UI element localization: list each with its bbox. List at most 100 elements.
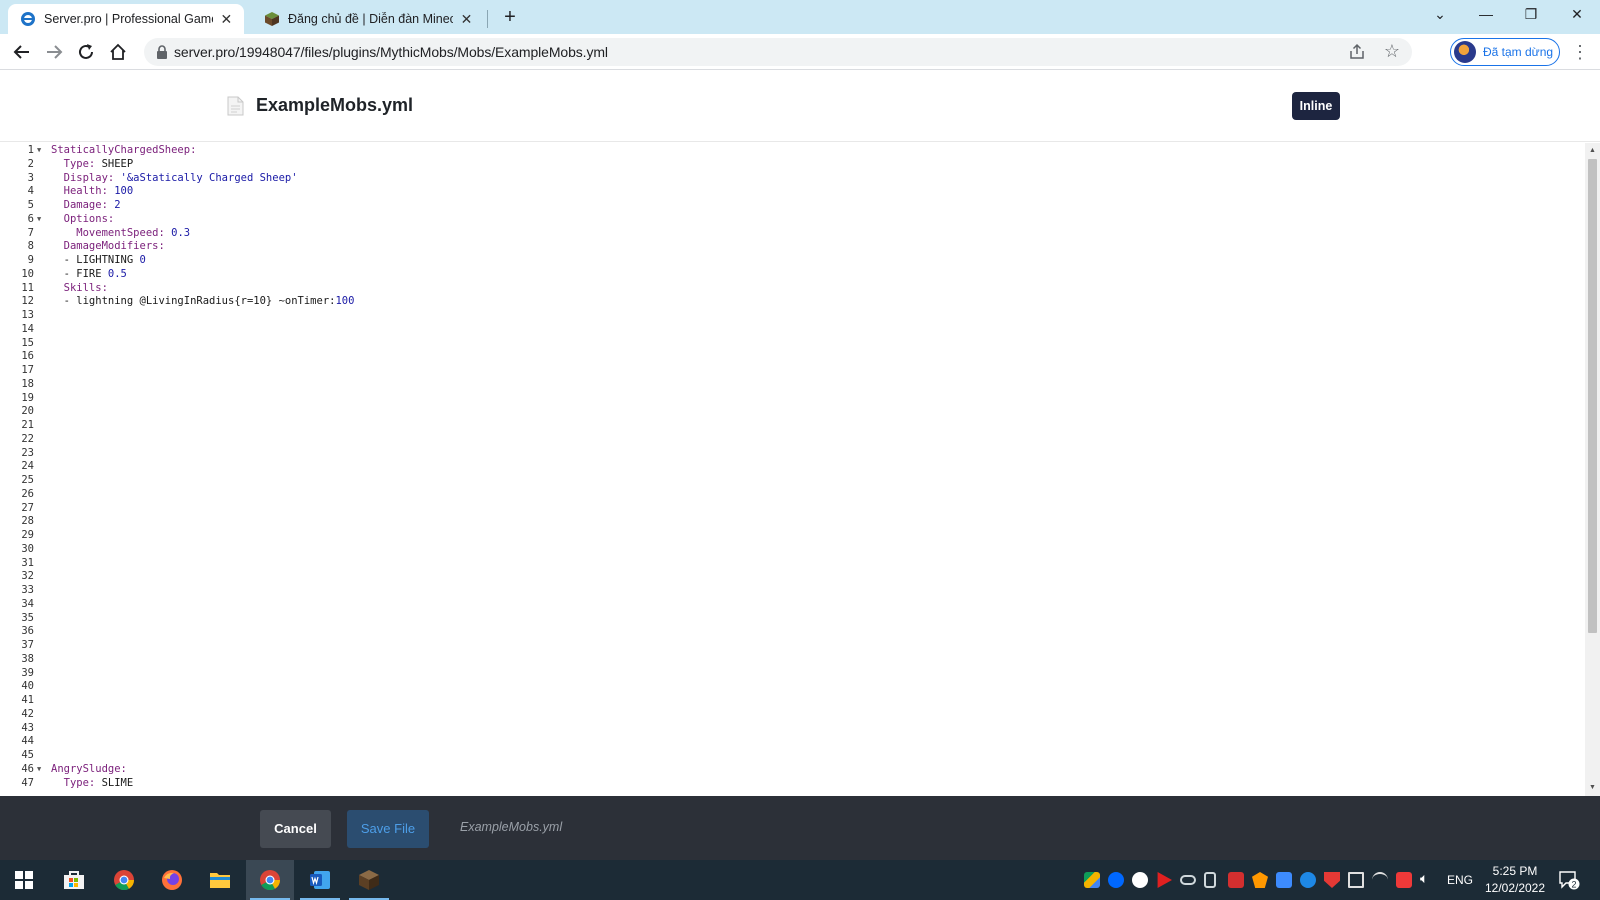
antivirus-tray-icon[interactable] [1228,872,1244,888]
inline-mode-button[interactable]: Inline [1292,92,1340,120]
line-number: 3 [27,171,34,184]
cancel-button[interactable]: Cancel [260,810,331,848]
line-number: 45 [21,749,34,761]
google-drive-tray-icon[interactable] [1084,872,1100,888]
code-token: Damage: [51,199,108,211]
chrome-active-icon[interactable] [246,860,294,900]
code-line[interactable]: Skills: [51,281,108,295]
vivaldi-tray-icon[interactable] [1396,872,1412,888]
code-token: MovementSpeed: [51,226,165,239]
line-number: 12 [21,295,34,308]
footer-filename: ExampleMobs.yml [460,820,563,834]
code-line[interactable]: Damage: 2 [51,198,121,212]
tab-serverpro[interactable]: Server.pro | Professional Game Server Ho… [8,4,244,34]
microsoft-store-icon[interactable] [50,860,98,900]
code-line[interactable]: - FIRE 0.5 [51,267,127,281]
line-number: 30 [21,542,34,555]
document-icon [227,96,244,116]
close-tab-icon[interactable]: ✕ [219,11,234,27]
lock-icon[interactable] [156,45,168,59]
close-tab-icon[interactable]: ✕ [459,11,474,27]
code-line[interactable]: - LIGHTNING 0 [51,253,146,267]
line-number: 17 [21,364,34,376]
code-line[interactable]: DamageModifiers: [51,239,165,253]
fold-toggle-icon[interactable]: ▼ [37,212,45,226]
tab-search-chevron-icon[interactable]: ⌄ [1417,0,1463,30]
system-clock[interactable]: 5:25 PM 12/02/2022 [1475,863,1555,897]
line-number: 43 [21,721,34,734]
address-bar[interactable]: server.pro/19948047/files/plugins/Mythic… [144,38,1412,66]
line-number: 7 [27,226,34,239]
save-file-button[interactable]: Save File [347,810,429,848]
code-line[interactable]: StaticallyChargedSheep: [51,143,196,157]
line-number: 2 [27,157,34,170]
code-editor[interactable]: 1 ▼ 2 3 4 5 6 ▼ 7 8 9 10 11 12 13 14 15 16 17 18 19 20 21 22 23 2… [0,143,1585,796]
restore-window-icon[interactable]: ❐ [1508,0,1554,30]
tab-title: Server.pro | Professional Game Server Ho… [44,12,213,26]
wifi-off-tray-icon[interactable] [1372,872,1388,888]
notification-center-icon[interactable]: 2 [1558,870,1580,890]
code-line[interactable]: AngrySludge: [51,762,127,776]
chrome-icon[interactable] [100,860,148,900]
line-number: 25 [21,474,34,486]
browser-menu-icon[interactable]: ⋮ [1570,38,1590,66]
language-indicator[interactable]: ENG [1447,873,1473,887]
code-token: Skills: [51,281,108,294]
code-token: 100 [335,295,355,308]
network-manager-tray-icon[interactable] [1276,872,1292,888]
tab-minecraft-forum[interactable]: Đăng chủ đề | Diễn đàn Minecraft ✕ [252,4,484,34]
close-window-icon[interactable]: ✕ [1554,0,1600,30]
line-number: 31 [21,556,34,569]
code-token: 100 [107,185,134,198]
minimize-window-icon[interactable]: — [1463,0,1509,30]
code-token: AngrySludge: [51,762,127,775]
zalo-tray-icon[interactable] [1108,872,1124,888]
phone-link-tray-icon[interactable] [1204,872,1216,888]
share-icon[interactable] [1348,43,1366,61]
fold-toggle-icon[interactable]: ▼ [37,143,45,157]
firefox-icon[interactable] [148,860,196,900]
volume-icon[interactable]: 🔈︎ [1420,870,1428,887]
chat-tray-icon[interactable] [1300,872,1316,888]
file-editor-header: ExampleMobs.yml Inline [0,70,1600,142]
code-line[interactable]: Health: 100 [51,184,134,198]
line-number: 37 [21,639,34,651]
display-tray-icon[interactable] [1348,872,1364,888]
code-token: DamageModifiers: [51,240,165,253]
code-line[interactable]: Type: SHEEP [51,157,134,171]
code-line[interactable]: MovementSpeed: 0.3 [51,226,190,240]
word-icon[interactable] [296,860,344,900]
bookmark-star-icon[interactable]: ☆ [1384,41,1400,62]
file-explorer-icon[interactable] [196,860,244,900]
code-line[interactable]: - lightning @LivingInRadius{r=10} ~onTim… [51,294,355,308]
reload-icon[interactable] [72,38,100,66]
windows-start-icon[interactable] [0,860,48,900]
minecraft-icon[interactable] [345,860,393,900]
line-number: 23 [21,446,34,459]
editor-scrollbar[interactable]: ▲ ▼ [1585,143,1600,796]
scroll-up-arrow-icon[interactable]: ▲ [1588,146,1597,156]
code-line[interactable]: Options: [51,212,115,226]
code-line[interactable]: Type: SLIME [51,776,134,790]
code-line[interactable]: Display: '&aStatically Charged Sheep' [51,171,298,185]
back-arrow-icon[interactable] [8,38,36,66]
scrollbar-thumb[interactable] [1588,159,1597,633]
code-token: Options: [51,212,115,225]
grammarly-tray-icon[interactable] [1132,872,1148,888]
link-tray-icon[interactable] [1180,875,1196,885]
scroll-down-arrow-icon[interactable]: ▼ [1588,783,1597,793]
home-icon[interactable] [104,38,132,66]
code-token: SHEEP [95,157,134,170]
line-number: 16 [21,350,34,363]
new-tab-button[interactable]: + [498,6,522,30]
line-number: 18 [21,377,34,390]
fold-toggle-icon[interactable]: ▼ [37,762,45,776]
line-number: 9 [27,254,34,266]
line-number: 8 [27,240,34,253]
forward-arrow-icon[interactable] [40,38,68,66]
line-number: 6 [27,212,34,225]
profile-button[interactable]: Đã tạm dừng [1450,38,1560,66]
avatar [1454,41,1476,63]
line-number: 14 [21,322,34,335]
line-number: 28 [21,515,34,528]
